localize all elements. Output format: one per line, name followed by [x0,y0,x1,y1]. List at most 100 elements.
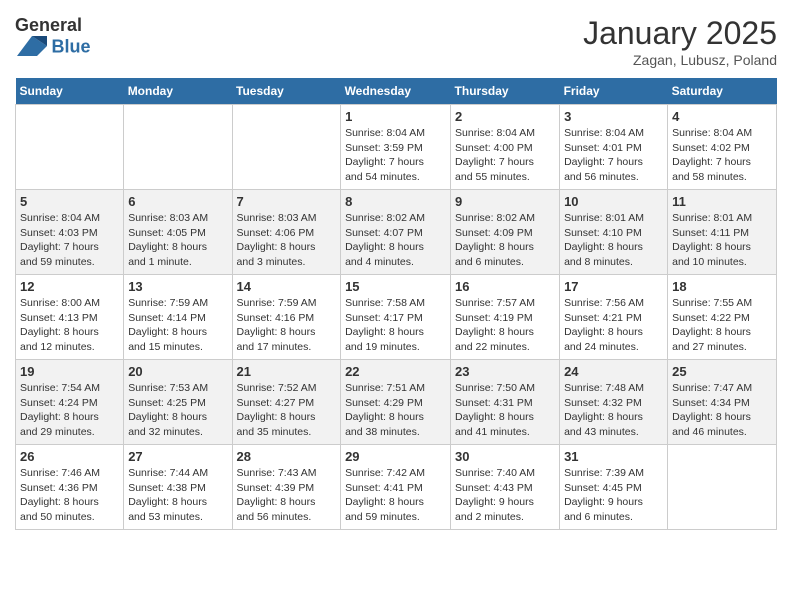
day-info: Sunrise: 7:59 AM Sunset: 4:14 PM Dayligh… [128,296,227,355]
day-info: Sunrise: 7:57 AM Sunset: 4:19 PM Dayligh… [455,296,555,355]
day-info: Sunrise: 7:51 AM Sunset: 4:29 PM Dayligh… [345,381,446,440]
day-number: 3 [564,109,663,124]
day-number: 1 [345,109,446,124]
calendar-cell: 8Sunrise: 8:02 AM Sunset: 4:07 PM Daylig… [341,190,451,275]
day-info: Sunrise: 7:39 AM Sunset: 4:45 PM Dayligh… [564,466,663,525]
calendar-cell: 16 Sunrise: 7:57 AM Sunset: 4:19 PM Dayli… [451,275,560,360]
calendar-cell: 23Sunrise: 7:50 AM Sunset: 4:31 PM Dayli… [451,360,560,445]
day-info: Sunrise: 7:42 AM Sunset: 4:41 PM Dayligh… [345,466,446,525]
day-number: 15 [345,279,446,294]
calendar-cell [124,105,232,190]
day-info: Sunrise: 8:04 AM Sunset: 4:03 PM Dayligh… [20,211,119,270]
day-number: 7 [237,194,337,209]
calendar-title: January 2025 [583,15,777,52]
day-number: 19 [20,364,119,379]
day-number: 4 [672,109,772,124]
calendar-cell: 2 Sunrise: 8:04 AM Sunset: 4:00 PM Daylig… [451,105,560,190]
logo-icon [17,31,47,61]
calendar-cell: 30Sunrise: 7:40 AM Sunset: 4:43 PM Dayli… [451,445,560,530]
day-number: 25 [672,364,772,379]
day-number: 28 [237,449,337,464]
day-info: Sunrise: 8:00 AM Sunset: 4:13 PM Dayligh… [20,296,119,355]
calendar-cell: 27Sunrise: 7:44 AM Sunset: 4:38 PM Dayli… [124,445,232,530]
day-info: Sunrise: 7:54 AM Sunset: 4:24 PM Dayligh… [20,381,119,440]
day-number: 26 [20,449,119,464]
day-header-friday: Friday [560,78,668,105]
calendar-cell: 1 Sunrise: 8:04 AM Sunset: 3:59 PM Daylig… [341,105,451,190]
title-block: January 2025 Zagan, Lubusz, Poland [583,15,777,68]
day-info: Sunrise: 8:03 AM Sunset: 4:06 PM Dayligh… [237,211,337,270]
day-number: 30 [455,449,555,464]
day-info: Sunrise: 8:01 AM Sunset: 4:11 PM Dayligh… [672,211,772,270]
day-info: Sunrise: 8:02 AM Sunset: 4:07 PM Dayligh… [345,211,446,270]
calendar-cell: 31 Sunrise: 7:39 AM Sunset: 4:45 PM Dayli… [560,445,668,530]
day-info: Sunrise: 8:04 AM Sunset: 4:00 PM Dayligh… [455,126,555,185]
calendar-cell: 24Sunrise: 7:48 AM Sunset: 4:32 PM Dayli… [560,360,668,445]
day-number: 13 [128,279,227,294]
calendar-cell: 5 Sunrise: 8:04 AM Sunset: 4:03 PM Daylig… [16,190,124,275]
day-number: 9 [455,194,555,209]
day-number: 11 [672,194,772,209]
calendar-cell [16,105,124,190]
calendar-cell: 29 Sunrise: 7:42 AM Sunset: 4:41 PM Dayli… [341,445,451,530]
calendar-cell: 26 Sunrise: 7:46 AM Sunset: 4:36 PM Dayli… [16,445,124,530]
day-number: 21 [237,364,337,379]
logo-blue: Blue [51,37,90,57]
day-number: 5 [20,194,119,209]
day-number: 22 [345,364,446,379]
calendar-cell: 22 Sunrise: 7:51 AM Sunset: 4:29 PM Dayli… [341,360,451,445]
day-header-monday: Monday [124,78,232,105]
day-info: Sunrise: 7:50 AM Sunset: 4:31 PM Dayligh… [455,381,555,440]
day-info: Sunrise: 8:04 AM Sunset: 4:02 PM Dayligh… [672,126,772,185]
calendar-table: SundayMondayTuesdayWednesdayThursdayFrid… [15,78,777,530]
calendar-cell: 19 Sunrise: 7:54 AM Sunset: 4:24 PM Dayli… [16,360,124,445]
day-number: 16 [455,279,555,294]
calendar-cell: 10 Sunrise: 8:01 AM Sunset: 4:10 PM Dayli… [560,190,668,275]
calendar-week-row: 19 Sunrise: 7:54 AM Sunset: 4:24 PM Dayli… [16,360,777,445]
day-info: Sunrise: 8:02 AM Sunset: 4:09 PM Dayligh… [455,211,555,270]
day-number: 10 [564,194,663,209]
calendar-cell: 3 Sunrise: 8:04 AM Sunset: 4:01 PM Daylig… [560,105,668,190]
day-info: Sunrise: 8:01 AM Sunset: 4:10 PM Dayligh… [564,211,663,270]
calendar-cell: 14Sunrise: 7:59 AM Sunset: 4:16 PM Dayli… [232,275,341,360]
calendar-week-row: 5 Sunrise: 8:04 AM Sunset: 4:03 PM Daylig… [16,190,777,275]
day-header-tuesday: Tuesday [232,78,341,105]
day-info: Sunrise: 8:04 AM Sunset: 4:01 PM Dayligh… [564,126,663,185]
calendar-cell [232,105,341,190]
day-info: Sunrise: 7:44 AM Sunset: 4:38 PM Dayligh… [128,466,227,525]
calendar-cell: 20Sunrise: 7:53 AM Sunset: 4:25 PM Dayli… [124,360,232,445]
calendar-cell: 6Sunrise: 8:03 AM Sunset: 4:05 PM Daylig… [124,190,232,275]
calendar-cell: 21Sunrise: 7:52 AM Sunset: 4:27 PM Dayli… [232,360,341,445]
calendar-cell: 13 Sunrise: 7:59 AM Sunset: 4:14 PM Dayli… [124,275,232,360]
calendar-cell: 25 Sunrise: 7:47 AM Sunset: 4:34 PM Dayli… [668,360,777,445]
day-number: 29 [345,449,446,464]
calendar-cell: 17 Sunrise: 7:56 AM Sunset: 4:21 PM Dayli… [560,275,668,360]
logo-text: General Blue [15,15,90,61]
day-info: Sunrise: 7:59 AM Sunset: 4:16 PM Dayligh… [237,296,337,355]
day-number: 6 [128,194,227,209]
day-number: 31 [564,449,663,464]
page-header: General Blue January 2025 Zagan, Lubusz,… [15,15,777,68]
day-number: 20 [128,364,227,379]
calendar-week-row: 12Sunrise: 8:00 AM Sunset: 4:13 PM Dayli… [16,275,777,360]
day-number: 2 [455,109,555,124]
calendar-cell: 7 Sunrise: 8:03 AM Sunset: 4:06 PM Daylig… [232,190,341,275]
day-header-wednesday: Wednesday [341,78,451,105]
day-info: Sunrise: 7:46 AM Sunset: 4:36 PM Dayligh… [20,466,119,525]
day-header-sunday: Sunday [16,78,124,105]
day-number: 17 [564,279,663,294]
calendar-cell: 12Sunrise: 8:00 AM Sunset: 4:13 PM Dayli… [16,275,124,360]
day-info: Sunrise: 7:47 AM Sunset: 4:34 PM Dayligh… [672,381,772,440]
calendar-cell: 15Sunrise: 7:58 AM Sunset: 4:17 PM Dayli… [341,275,451,360]
logo: General Blue [15,15,90,61]
day-header-thursday: Thursday [451,78,560,105]
calendar-week-row: 1 Sunrise: 8:04 AM Sunset: 3:59 PM Daylig… [16,105,777,190]
calendar-cell: 11 Sunrise: 8:01 AM Sunset: 4:11 PM Dayli… [668,190,777,275]
day-info: Sunrise: 8:04 AM Sunset: 3:59 PM Dayligh… [345,126,446,185]
day-info: Sunrise: 7:55 AM Sunset: 4:22 PM Dayligh… [672,296,772,355]
calendar-cell: 4 Sunrise: 8:04 AM Sunset: 4:02 PM Daylig… [668,105,777,190]
day-info: Sunrise: 7:48 AM Sunset: 4:32 PM Dayligh… [564,381,663,440]
calendar-cell: 18Sunrise: 7:55 AM Sunset: 4:22 PM Dayli… [668,275,777,360]
day-header-saturday: Saturday [668,78,777,105]
day-info: Sunrise: 7:56 AM Sunset: 4:21 PM Dayligh… [564,296,663,355]
